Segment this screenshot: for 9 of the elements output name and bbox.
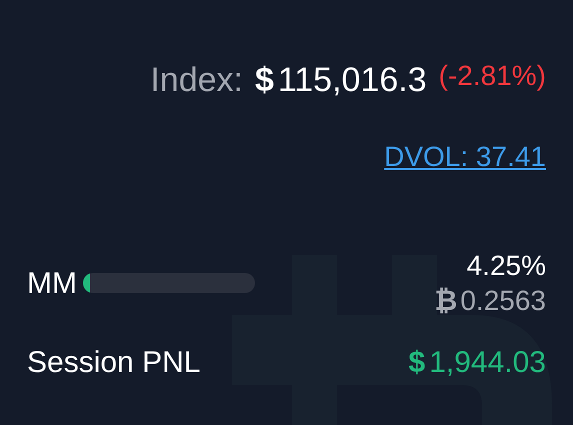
dvol-link[interactable]: DVOL: 37.41 [384, 136, 546, 178]
mm-btc-amount: ₿0.2563 [434, 284, 546, 318]
index-value: $115,016.3 [254, 60, 427, 101]
session-pnl-label: Session PNL [27, 345, 200, 381]
index-label: Index: [150, 60, 243, 101]
session-pnl-value: $1,944.03 [408, 345, 546, 381]
mm-label: MM [27, 266, 77, 302]
mm-percent: 4.25% [466, 249, 546, 283]
price-change: (-2.81%) [438, 59, 546, 93]
